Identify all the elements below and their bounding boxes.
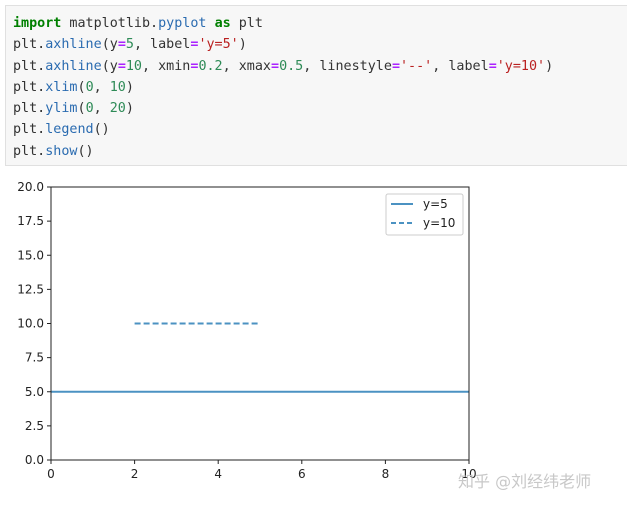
y-tick-label: 7.5	[25, 351, 44, 365]
y-tick-label: 5.0	[25, 385, 44, 399]
y-tick-label: 12.5	[17, 282, 44, 296]
x-tick-label: 4	[214, 467, 222, 481]
x-tick-label: 2	[131, 467, 139, 481]
y-tick-label: 17.5	[17, 214, 44, 228]
y-tick-label: 20.0	[17, 180, 44, 194]
y-tick-label: 2.5	[25, 419, 44, 433]
y-tick-label: 10.0	[17, 317, 44, 331]
legend-label: y=10	[423, 216, 455, 230]
legend-label: y=5	[423, 197, 448, 211]
y-tick-label: 0.0	[25, 453, 44, 467]
x-tick-label: 8	[382, 467, 390, 481]
watermark: 知乎 @刘经纬老师	[458, 472, 592, 491]
x-tick-label: 6	[298, 467, 306, 481]
y-tick-label: 15.0	[17, 248, 44, 262]
legend: y=5 y=10	[385, 193, 464, 236]
chart: 0 2 4 6 8 100.02.55.07.510.012.515.017.520.0y…	[17, 180, 476, 481]
x-tick-label: 0	[47, 467, 55, 481]
